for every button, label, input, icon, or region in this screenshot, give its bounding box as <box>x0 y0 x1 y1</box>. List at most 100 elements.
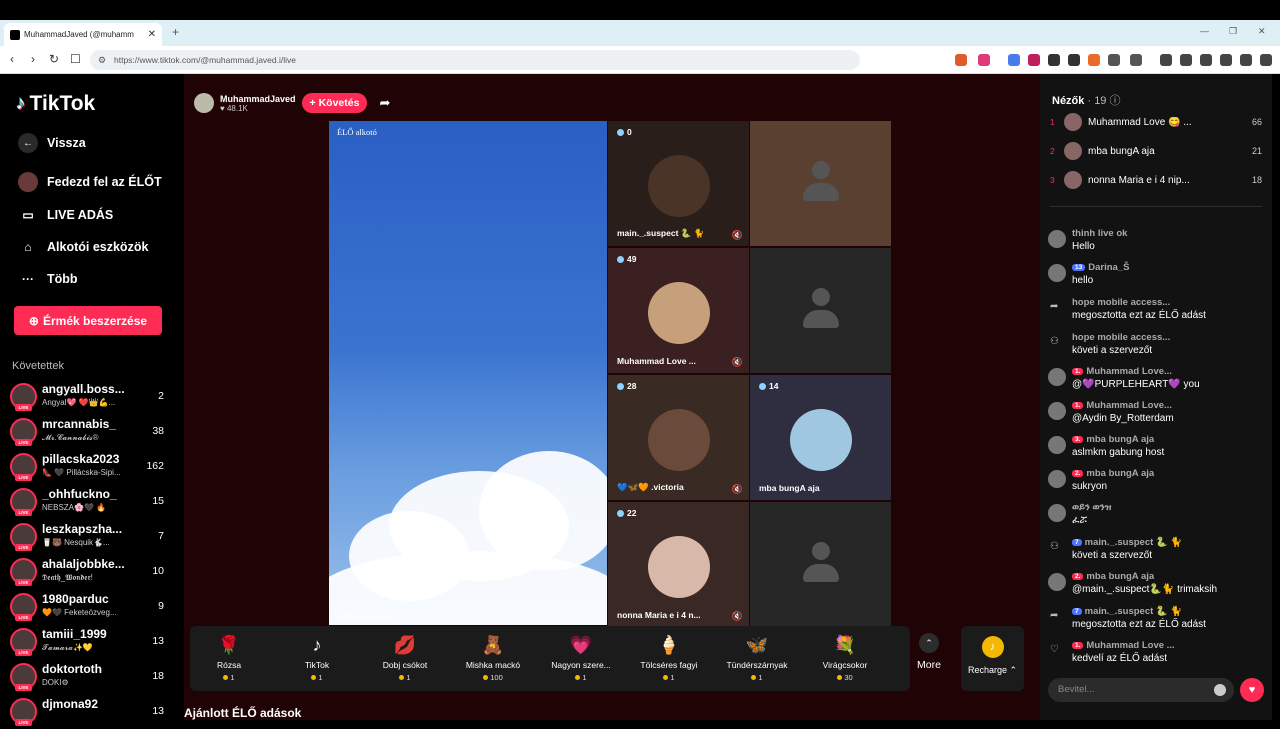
leo-icon[interactable] <box>1220 54 1232 66</box>
scrollbar[interactable] <box>1272 74 1280 720</box>
chat-message[interactable]: thinh live ok Hello <box>1048 228 1266 258</box>
host-name[interactable]: MuhammadJaved <box>220 94 296 104</box>
chat-message[interactable]: 2. mba bungA aja sukryon <box>1048 468 1266 498</box>
extension-icon[interactable] <box>1048 54 1060 66</box>
close-window-icon[interactable]: ✕ <box>1258 26 1266 37</box>
guest-video[interactable] <box>750 248 891 373</box>
minimize-icon[interactable]: — <box>1200 26 1209 36</box>
chat-message[interactable]: ⚇ hope mobile access... követi a szervez… <box>1048 332 1266 362</box>
chat-input[interactable]: Bevitel... <box>1048 678 1234 702</box>
address-input[interactable]: ⚙ https://www.tiktok.com/@muhammad.javed… <box>90 50 860 70</box>
browser-tabstrip: MuhammadJaved (@muhamm ✕ + — ❐ ✕ <box>0 20 1280 46</box>
heart-gift-button[interactable]: ♥ <box>1240 678 1264 702</box>
gift-item[interactable]: 🍦 Tölcséres fagyi 1 <box>634 630 704 688</box>
extension-icon[interactable] <box>1130 54 1142 66</box>
following-item[interactable]: LIVE 1980parduc 🧡🖤 Feketeözveg... 9 <box>10 590 170 624</box>
chat-message[interactable]: ➦ 7 main._.suspect 🐍 🐈 megosztotta ezt az… <box>1048 606 1266 636</box>
chat-message[interactable]: ♡ 1. Muhammad Love ... kedvelí az ÉLŐ adá… <box>1048 640 1266 670</box>
back-icon[interactable]: ‹ <box>10 52 14 66</box>
top-viewer-row[interactable]: 3 nonna Maria e i 4 nip... 18 <box>1050 168 1262 192</box>
tab-close-icon[interactable]: ✕ <box>148 29 156 40</box>
forward-icon[interactable]: › <box>31 52 35 66</box>
share-icon[interactable]: ➦ <box>379 95 390 111</box>
menu-icon[interactable] <box>1260 54 1272 66</box>
gift-item[interactable]: 💋 Dobj csókot 1 <box>370 630 440 688</box>
gift-item[interactable]: 🦋 Tündérszárnyak 1 <box>722 630 792 688</box>
chat-message[interactable]: ➦ hope mobile access... megosztotta ezt … <box>1048 297 1266 327</box>
following-item[interactable]: LIVE mrcannabis_ 𝓜𝓻.𝓒𝓪𝓷𝓷𝓪𝓫𝓲𝓼® 38 <box>10 415 170 449</box>
gift-item[interactable]: 🧸 Mishka mackó 100 <box>458 630 528 688</box>
top-viewer-row[interactable]: 1 Muhammad Love 😋 ... 66 <box>1050 110 1262 134</box>
viewer-count: 7 <box>158 530 164 542</box>
bookmark-icon[interactable]: ☐ <box>70 52 81 66</box>
gift-item[interactable]: 🌹 Rózsa 1 <box>194 630 264 688</box>
chat-message[interactable]: 13 Darina_Š hello <box>1048 262 1266 292</box>
following-item[interactable]: LIVE angyall.boss... Angyal💖 ❤️👑💪... 2 <box>10 380 170 414</box>
following-item[interactable]: LIVE tamiii_1999 𝓣𝓪𝓶𝓪𝓻𝓪✨💛 13 <box>10 625 170 659</box>
extension-icon[interactable] <box>1008 54 1020 66</box>
guest-video[interactable] <box>750 121 891 246</box>
following-item[interactable]: LIVE leszkapszha... 🥛🐻 Nesquik🐇... 7 <box>10 520 170 554</box>
chat-message[interactable]: 3. mba bungA aja aslmkm gabung host <box>1048 434 1266 464</box>
guest-video[interactable]: 22 nonna Maria e i 4 n... 🔇 <box>608 502 749 627</box>
nav-back[interactable]: ← Vissza <box>18 133 86 153</box>
nav-label: Alkotói eszközök <box>47 240 149 254</box>
guest-video[interactable] <box>750 502 891 627</box>
live-badge: LIVE <box>15 649 32 656</box>
emoji-icon[interactable] <box>1214 684 1226 696</box>
following-item[interactable]: LIVE _ohhfuckno_ NEBSZA🌸🖤 🔥 15 <box>10 485 170 519</box>
message-text: @main._.suspect🐍🐈 trimaksih <box>1072 584 1218 595</box>
recharge-button[interactable]: ♪ Recharge ⌃ <box>961 626 1024 691</box>
chat-message[interactable]: ⚇ 7 main._.suspect 🐍 🐈 követi a szervezőt <box>1048 537 1266 567</box>
extension-icon[interactable] <box>1028 54 1040 66</box>
rank-number: 3 <box>1050 175 1055 185</box>
music-icon[interactable] <box>1160 54 1172 66</box>
following-item[interactable]: LIVE pillacska2023 👠 🖤 Pillácska-Sipi...… <box>10 450 170 484</box>
more-gifts-button[interactable]: ⌃ More <box>906 630 952 671</box>
arrow-left-icon: ← <box>18 133 38 153</box>
following-item[interactable]: LIVE djmona92 13 <box>10 695 170 729</box>
nav-explore-live[interactable]: Fedezd fel az ÉLŐT <box>18 172 162 192</box>
tiktok-logo[interactable]: ♪ TikTok <box>16 92 95 116</box>
new-tab-icon[interactable]: + <box>172 25 179 39</box>
info-icon[interactable]: ⓘ <box>1110 95 1121 107</box>
following-name: leszkapszha... <box>42 522 123 536</box>
viewer-count: 13 <box>152 635 164 647</box>
extension-icon[interactable] <box>1068 54 1080 66</box>
rewards-icon[interactable] <box>978 54 990 66</box>
host-video[interactable]: ÉLŐ alkotó MuhammadJaved <box>329 121 607 625</box>
reload-icon[interactable]: ↻ <box>49 52 59 66</box>
follow-button[interactable]: + Követés <box>301 93 368 113</box>
brave-shield-icon[interactable] <box>955 54 967 66</box>
message-user-row: 7 main._.suspect 🐍 🐈 <box>1072 606 1182 617</box>
chat-message[interactable]: 2. mba bungA aja @main._.suspect🐍🐈 trimak… <box>1048 571 1266 601</box>
sidebar-icon[interactable] <box>1180 54 1192 66</box>
nav-creator-tools[interactable]: ⌂ Alkotói eszközök <box>18 237 148 257</box>
get-coins-button[interactable]: ⊕ Érmék beszerzése <box>14 306 162 335</box>
nav-live-studio[interactable]: ▭ LIVE ADÁS <box>18 205 113 225</box>
host-avatar[interactable] <box>194 93 214 113</box>
gift-item[interactable]: 💐 Virágcsokor 30 <box>810 630 880 688</box>
guest-video[interactable]: 14 mba bungA aja <box>750 375 891 500</box>
gift-item[interactable]: 💗 Nagyon szere... 1 <box>546 630 616 688</box>
site-info-icon[interactable]: ⚙ <box>98 50 106 70</box>
guest-video[interactable]: 49 Muhammad Love ... 🔇 <box>608 248 749 373</box>
guest-video[interactable]: 0 main._.suspect 🐍 🐈 🔇 <box>608 121 749 246</box>
chat-message[interactable]: ወይን ወንዝ ፈሯ <box>1048 502 1266 532</box>
puzzle-icon[interactable] <box>1108 54 1120 66</box>
nav-more[interactable]: ··· Több <box>18 269 78 289</box>
browser-tab[interactable]: MuhammadJaved (@muhamm ✕ <box>4 23 162 46</box>
following-item[interactable]: LIVE ahalaljobbke... 𝕯𝖊𝖆𝖙𝖍_𝖂𝖔𝖓𝖉𝖊𝖗! 10 <box>10 555 170 589</box>
restore-icon[interactable]: ❐ <box>1229 26 1237 37</box>
following-item[interactable]: LIVE doktortoth DOKI⚙ 18 <box>10 660 170 694</box>
mic-muted-icon: 🔇 <box>731 611 743 621</box>
top-viewer-row[interactable]: 2 mba bungA aja 21 <box>1050 139 1262 163</box>
extension-icon[interactable] <box>1088 54 1100 66</box>
wallet-icon[interactable] <box>1200 54 1212 66</box>
vpn-icon[interactable] <box>1240 54 1252 66</box>
gift-item[interactable]: ♪ TikTok 1 <box>282 630 352 688</box>
guest-video[interactable]: 28 💙🦋🧡 .victoria 🔇 <box>608 375 749 500</box>
chat-message[interactable]: 1. Muhammad Love... @💜PURPLEHEART💜 you <box>1048 366 1266 396</box>
message-text: @Aydin By_Rotterdam <box>1072 413 1174 424</box>
chat-message[interactable]: 1. Muhammad Love... @Aydin By_Rotterdam <box>1048 400 1266 430</box>
